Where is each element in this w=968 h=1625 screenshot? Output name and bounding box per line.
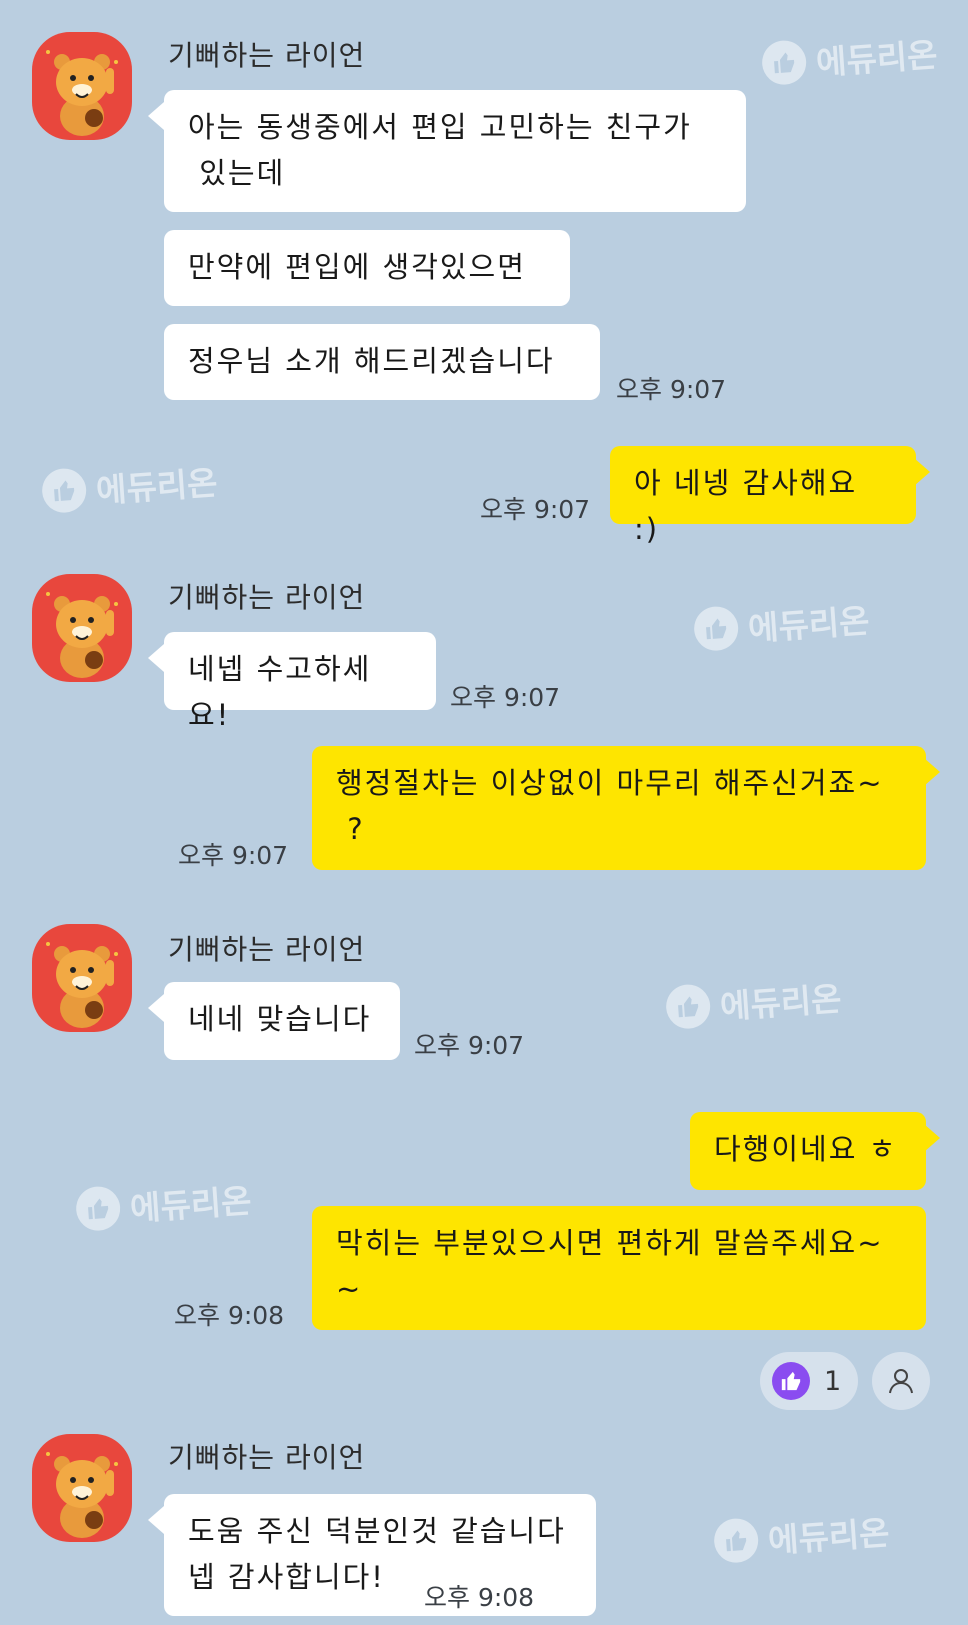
avatar[interactable] bbox=[32, 574, 132, 682]
sender-name: 기뻐하는 라이언 bbox=[168, 933, 366, 966]
lion-icon bbox=[46, 942, 118, 1028]
watermark: 에듀리온 bbox=[40, 456, 219, 516]
timestamp: 오후 9:08 bbox=[174, 1301, 285, 1330]
bubble-tail bbox=[914, 458, 930, 486]
avatar[interactable] bbox=[32, 32, 132, 140]
thumbs-up-icon bbox=[664, 983, 712, 1031]
sender-name: 기뻐하는 라이언 bbox=[168, 39, 366, 72]
bubble-tail bbox=[148, 1506, 164, 1534]
bubble-tail bbox=[148, 644, 164, 672]
timestamp: 오후 9:07 bbox=[480, 495, 591, 524]
message-bubble[interactable]: 다행이네요 ㅎ bbox=[690, 1112, 926, 1190]
thumbs-up-icon bbox=[692, 605, 740, 653]
thumbs-up-icon bbox=[74, 1185, 122, 1233]
watermark: 에듀리온 bbox=[712, 1506, 891, 1566]
message-bubble[interactable]: 네네 맞습니다 bbox=[164, 982, 400, 1060]
message-bubble[interactable]: 아 네넹 감사해요 :) bbox=[610, 446, 916, 546]
lion-icon bbox=[46, 1452, 118, 1538]
bubble-tail bbox=[924, 758, 940, 786]
message-bubble[interactable]: 네넵 수고하세요! bbox=[164, 632, 436, 732]
sender-name: 기뻐하는 라이언 bbox=[168, 581, 366, 614]
message-bubble[interactable]: 막히는 부분있으시면 편하게 말씀주세요~ ~ bbox=[312, 1206, 926, 1330]
lion-icon bbox=[46, 592, 118, 678]
thumbs-up-icon bbox=[772, 1362, 810, 1400]
message-bubble[interactable]: 행정절차는 이상없이 마무리 해주신거죠~ ? bbox=[312, 746, 926, 870]
bubble-tail bbox=[924, 1124, 940, 1152]
lion-icon bbox=[46, 50, 118, 136]
timestamp: 오후 9:07 bbox=[616, 375, 727, 404]
timestamp: 오후 9:08 bbox=[424, 1583, 535, 1612]
watermark: 에듀리온 bbox=[664, 972, 843, 1032]
timestamp: 오후 9:07 bbox=[178, 841, 289, 870]
watermark: 에듀리온 bbox=[760, 28, 939, 88]
timestamp: 오후 9:07 bbox=[414, 1031, 525, 1060]
thumbs-up-icon bbox=[760, 39, 808, 87]
reaction-badge[interactable]: 1 bbox=[760, 1352, 858, 1410]
profile-button[interactable] bbox=[872, 1352, 930, 1410]
person-icon bbox=[889, 1369, 913, 1394]
thumbs-up-icon bbox=[40, 467, 88, 515]
bubble-tail bbox=[148, 994, 164, 1022]
reaction-count: 1 bbox=[824, 1365, 842, 1397]
avatar[interactable] bbox=[32, 924, 132, 1032]
thumbs-up-icon bbox=[712, 1517, 760, 1565]
avatar[interactable] bbox=[32, 1434, 132, 1542]
watermark: 에듀리온 bbox=[692, 594, 871, 654]
sender-name: 기뻐하는 라이언 bbox=[168, 1441, 366, 1474]
watermark: 에듀리온 bbox=[74, 1174, 253, 1234]
bubble-tail bbox=[148, 102, 164, 130]
message-bubble[interactable]: 아는 동생중에서 편입 고민하는 친구가 있는데 bbox=[164, 90, 746, 212]
message-bubble[interactable]: 만약에 편입에 생각있으면 bbox=[164, 230, 570, 306]
timestamp: 오후 9:07 bbox=[450, 683, 561, 712]
message-bubble[interactable]: 정우님 소개 해드리겠습니다 bbox=[164, 324, 600, 400]
